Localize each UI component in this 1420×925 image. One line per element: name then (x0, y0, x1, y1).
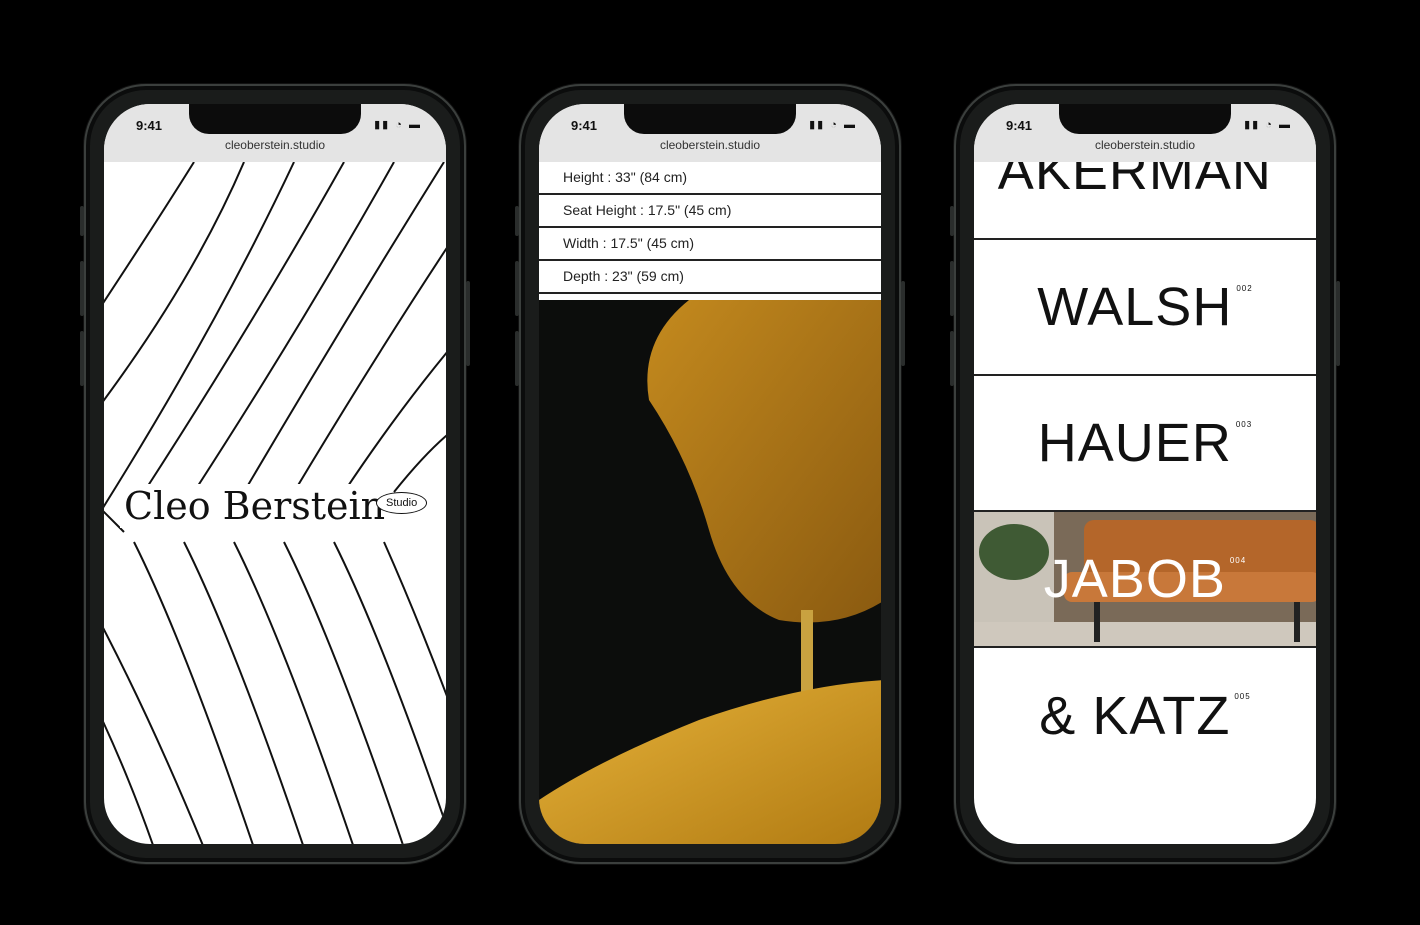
status-time: 9:41 (136, 118, 163, 133)
spec-depth: Depth : 23" (59 cm) (539, 261, 881, 294)
notch (189, 104, 361, 134)
notch (624, 104, 796, 134)
spec-height: Height : 33" (84 cm) (539, 162, 881, 195)
spec-list: Height : 33" (84 cm) Seat Height : 17.5"… (539, 162, 881, 294)
collection-name: & KATZ (1039, 686, 1231, 746)
collection-list: AKERMAN001 WALSH002 HAUER003 (974, 104, 1316, 844)
screen-1: 9:41 ▮▮ ◔ ▬ cleoberstein.studio Cleo Ber… (104, 104, 446, 844)
collection-name: WALSH (1037, 277, 1233, 337)
chair-photo (539, 300, 881, 844)
product-detail: Height : 33" (84 cm) Seat Height : 17.5"… (539, 162, 881, 844)
status-time: 9:41 (1006, 118, 1033, 133)
collection-name: HAUER (1037, 413, 1232, 473)
collection-number: 003 (1235, 420, 1253, 429)
signal-wifi-battery-icon: ▮▮ ◔ ▬ (809, 119, 857, 131)
collection-item-hauer[interactable]: HAUER 003 (974, 376, 1316, 512)
brand-hero: Cleo Berstein Studio (104, 162, 446, 844)
collection-number: 005 (1234, 692, 1251, 701)
collection-item-walsh[interactable]: WALSH 002 (974, 240, 1316, 376)
collection-item-jabob[interactable]: JABOB 004 (974, 512, 1316, 648)
url-bar[interactable]: cleoberstein.studio (539, 138, 881, 152)
signal-wifi-battery-icon: ▮▮ ◔ ▬ (374, 119, 422, 131)
screen-2: 9:41 ▮▮ ◔ ▬ cleoberstein.studio Height :… (539, 104, 881, 844)
url-bar[interactable]: cleoberstein.studio (104, 138, 446, 152)
phone-mockup-3: 9:41 ▮▮ ◔ ▬ cleoberstein.studio AKERMAN0… (950, 84, 1340, 864)
collection-name: JABOB (1043, 549, 1226, 609)
url-bar[interactable]: cleoberstein.studio (974, 138, 1316, 152)
signal-wifi-battery-icon: ▮▮ ◔ ▬ (1244, 119, 1292, 131)
collection-number: 002 (1236, 284, 1253, 293)
phone-mockup-1: 9:41 ▮▮ ◔ ▬ cleoberstein.studio Cleo Ber… (80, 84, 470, 864)
collection-number: 004 (1229, 556, 1247, 565)
studio-badge: Studio (376, 492, 428, 514)
chair-image (539, 300, 881, 844)
notch (1059, 104, 1231, 134)
collection-item-katz[interactable]: & KATZ 005 (974, 648, 1316, 784)
spec-seat-height: Seat Height : 17.5" (45 cm) (539, 195, 881, 228)
spec-width: Width : 17.5" (45 cm) (539, 228, 881, 261)
status-time: 9:41 (571, 118, 598, 133)
phone-mockup-2: 9:41 ▮▮ ◔ ▬ cleoberstein.studio Height :… (515, 84, 905, 864)
screen-3: 9:41 ▮▮ ◔ ▬ cleoberstein.studio AKERMAN0… (974, 104, 1316, 844)
brand-name: Cleo Berstein (120, 484, 390, 528)
